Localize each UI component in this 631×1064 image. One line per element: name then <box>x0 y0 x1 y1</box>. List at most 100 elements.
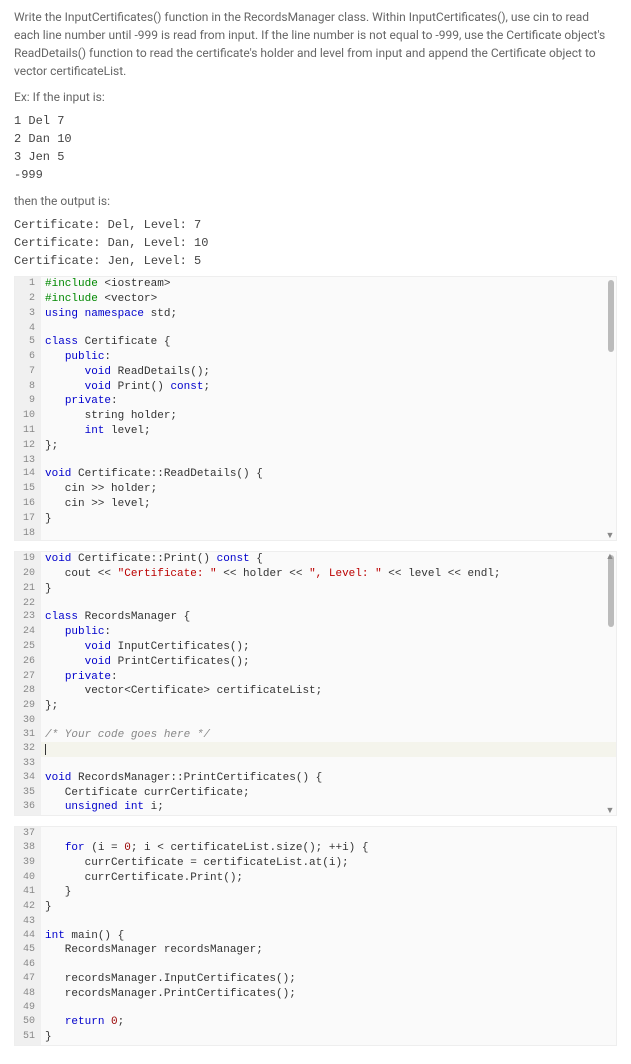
line-number: 42 <box>15 900 41 915</box>
scroll-up-icon[interactable]: ▲ <box>605 551 615 562</box>
line-content: void PrintCertificates(); <box>41 655 616 670</box>
code-line: 49 <box>15 1001 616 1015</box>
line-content <box>41 827 616 841</box>
line-number: 4 <box>15 322 41 336</box>
code-line: 24 public: <box>15 625 616 640</box>
scrollbar-track[interactable] <box>608 280 614 537</box>
line-content: private: <box>41 670 616 685</box>
code-line: 13 <box>15 454 616 468</box>
line-content: int level; <box>41 424 616 439</box>
line-number: 32 <box>15 742 41 757</box>
code-block-1[interactable]: 19void Certificate::Print() const {20 co… <box>14 551 617 816</box>
scroll-down-icon[interactable]: ▼ <box>605 530 615 541</box>
line-number: 2 <box>15 292 41 307</box>
line-content: currCertificate.Print(); <box>41 871 616 886</box>
code-line: 25 void InputCertificates(); <box>15 640 616 655</box>
code-line: 51} <box>15 1030 616 1045</box>
line-number: 18 <box>15 527 41 541</box>
line-number: 22 <box>15 597 41 611</box>
line-content: }; <box>41 439 616 454</box>
code-area: 1#include <iostream>2#include <vector>3u… <box>14 276 617 1046</box>
line-number: 9 <box>15 394 41 409</box>
code-line: 29}; <box>15 699 616 714</box>
line-number: 19 <box>15 552 41 567</box>
line-content: return 0; <box>41 1015 616 1030</box>
line-content: } <box>41 582 616 597</box>
line-number: 5 <box>15 335 41 350</box>
line-number: 28 <box>15 684 41 699</box>
code-line: 27 private: <box>15 670 616 685</box>
line-content: #include <vector> <box>41 292 616 307</box>
code-line: 8 void Print() const; <box>15 380 616 395</box>
line-number: 27 <box>15 670 41 685</box>
code-line: 50 return 0; <box>15 1015 616 1030</box>
line-number: 51 <box>15 1030 41 1045</box>
line-content: class RecordsManager { <box>41 610 616 625</box>
code-line: 4 <box>15 322 616 336</box>
line-number: 47 <box>15 972 41 987</box>
code-line: 11 int level; <box>15 424 616 439</box>
code-line: 1#include <iostream> <box>15 277 616 292</box>
code-line: 46 <box>15 958 616 972</box>
code-line: 5class Certificate { <box>15 335 616 350</box>
line-content: void Certificate::ReadDetails() { <box>41 467 616 482</box>
line-content <box>41 527 616 541</box>
line-content <box>41 597 616 611</box>
code-line: 9 private: <box>15 394 616 409</box>
scrollbar-track[interactable] <box>608 555 614 812</box>
line-number: 46 <box>15 958 41 972</box>
code-line: 42} <box>15 900 616 915</box>
line-number: 49 <box>15 1001 41 1015</box>
line-number: 16 <box>15 497 41 512</box>
scroll-down-icon[interactable]: ▼ <box>605 805 615 816</box>
line-content <box>41 958 616 972</box>
code-line: 6 public: <box>15 350 616 365</box>
code-line: 41 } <box>15 885 616 900</box>
line-number: 7 <box>15 365 41 380</box>
line-number: 37 <box>15 827 41 841</box>
line-content: }; <box>41 699 616 714</box>
code-line: 23class RecordsManager { <box>15 610 616 625</box>
line-content <box>41 915 616 929</box>
line-number: 40 <box>15 871 41 886</box>
line-number: 39 <box>15 856 41 871</box>
input-example-label: Ex: If the input is: <box>14 90 617 104</box>
line-number: 14 <box>15 467 41 482</box>
code-line: 48 recordsManager.PrintCertificates(); <box>15 987 616 1002</box>
code-line: 36 unsigned int i; <box>15 800 616 815</box>
line-number: 50 <box>15 1015 41 1030</box>
line-content: public: <box>41 350 616 365</box>
line-number: 45 <box>15 943 41 958</box>
line-number: 11 <box>15 424 41 439</box>
line-content: void Certificate::Print() const { <box>41 552 616 567</box>
line-content: } <box>41 512 616 527</box>
code-line: 28 vector<Certificate> certificateList; <box>15 684 616 699</box>
code-line: 26 void PrintCertificates(); <box>15 655 616 670</box>
line-number: 26 <box>15 655 41 670</box>
line-content: currCertificate = certificateList.at(i); <box>41 856 616 871</box>
line-number: 38 <box>15 841 41 856</box>
line-content <box>41 714 616 728</box>
line-content: void RecordsManager::PrintCertificates()… <box>41 771 616 786</box>
code-line: 12}; <box>15 439 616 454</box>
code-line: 18 <box>15 527 616 541</box>
line-content: void ReadDetails(); <box>41 365 616 380</box>
code-line: 35 Certificate currCertificate; <box>15 786 616 801</box>
line-content: RecordsManager recordsManager; <box>41 943 616 958</box>
output-label: then the output is: <box>14 194 617 208</box>
line-number: 24 <box>15 625 41 640</box>
line-content: void InputCertificates(); <box>41 640 616 655</box>
code-line: 7 void ReadDetails(); <box>15 365 616 380</box>
scrollbar-thumb[interactable] <box>608 280 614 352</box>
problem-instructions: Write the InputCertificates() function i… <box>14 8 617 80</box>
line-content: #include <iostream> <box>41 277 616 292</box>
line-content: } <box>41 900 616 915</box>
scrollbar-thumb[interactable] <box>608 555 614 627</box>
code-line: 39 currCertificate = certificateList.at(… <box>15 856 616 871</box>
output-example-block: Certificate: Del, Level: 7 Certificate: … <box>14 216 617 270</box>
line-content: } <box>41 885 616 900</box>
line-number: 30 <box>15 714 41 728</box>
line-number: 31 <box>15 728 41 743</box>
line-content: string holder; <box>41 409 616 424</box>
line-number: 1 <box>15 277 41 292</box>
